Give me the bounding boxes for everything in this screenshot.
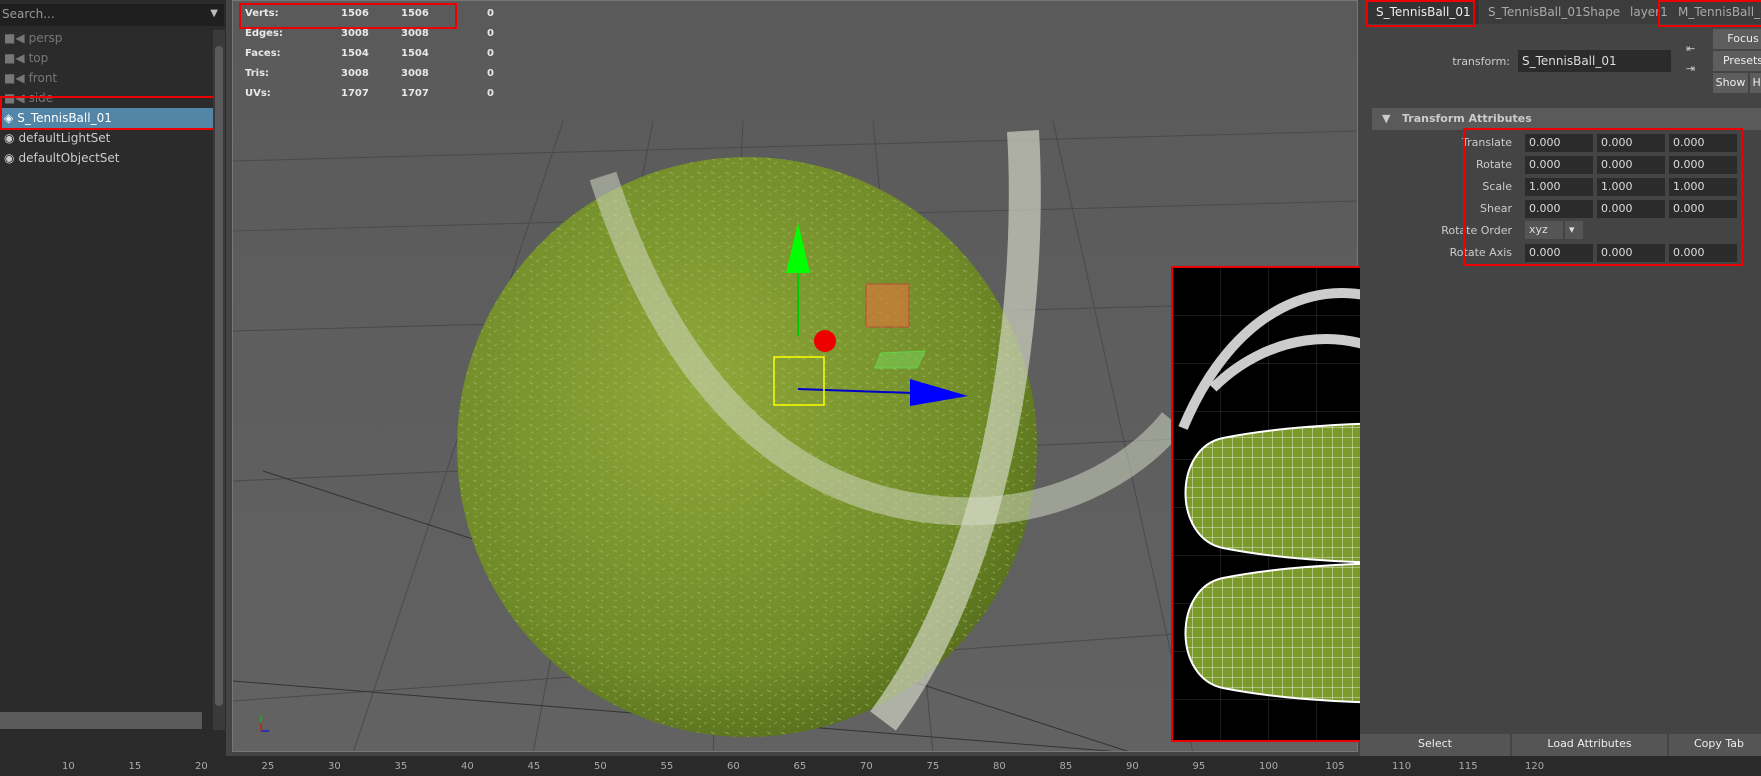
poly-count-a: 3008 [341, 28, 369, 39]
poly-count-c: 0 [487, 8, 494, 19]
presets-button[interactable]: Presets [1713, 51, 1761, 71]
timeline-tick: 40 [461, 761, 474, 772]
poly-count-b: 1707 [401, 88, 429, 99]
timeline-tick: 115 [1458, 761, 1478, 772]
poly-count-label: Edges: [245, 28, 283, 39]
outliner-item-label: persp [28, 31, 63, 45]
transform-attributes-section[interactable]: ▼ Transform Attributes [1372, 108, 1761, 130]
timeline-tick: 110 [1392, 761, 1412, 772]
outliner-item-label: top [28, 51, 49, 65]
load-attributes-button[interactable]: Load Attributes [1512, 734, 1667, 756]
timeline-tick: 105 [1325, 761, 1345, 772]
timeline-tick: 120 [1525, 761, 1545, 772]
poly-count-c: 0 [487, 68, 494, 79]
highlight-box [1658, 0, 1761, 27]
outliner-item-label: defaultObjectSet [18, 151, 120, 165]
output-connection-icon[interactable]: ⇥ [1686, 62, 1695, 75]
search-placeholder: Search... [2, 7, 55, 21]
focus-button[interactable]: Focus [1713, 29, 1761, 49]
outliner-item-label: defaultLightSet [18, 131, 111, 145]
poly-count-label: UVs: [245, 88, 271, 99]
section-title: Transform Attributes [1401, 112, 1532, 125]
outliner-panel: Search... ▼ ■◀ persp ■◀ top ■◀ front ■◀ side ◈ S_T… [0, 0, 226, 756]
transform-label: transform: [1452, 55, 1510, 68]
timeline-tick: 75 [926, 761, 940, 772]
timeline-tick: 15 [128, 761, 142, 772]
outliner-hscrollbar[interactable] [0, 712, 202, 729]
hide-button[interactable]: Hide [1750, 73, 1761, 93]
poly-count-label: Faces: [245, 48, 281, 59]
highlight-box [239, 3, 457, 29]
timeline-tick: 95 [1192, 761, 1206, 772]
highlight-box [0, 96, 216, 130]
highlight-box [1365, 0, 1475, 27]
poly-count-c: 0 [487, 48, 494, 59]
timeline-tick: 90 [1126, 761, 1139, 772]
attribute-editor: S_TennisBall_01 S_TennisBall_01Shape layer… [1360, 0, 1761, 756]
outliner-search-input[interactable]: Search... ▼ [0, 4, 224, 26]
set-icon: ◉ [4, 131, 15, 145]
transform-name-field[interactable]: S_TennisBall_01 [1518, 50, 1671, 72]
timeline-tick: 25 [261, 761, 275, 772]
camera-icon: ■◀ [4, 71, 25, 85]
z-handle-icon[interactable] [814, 330, 836, 352]
outliner-item[interactable]: ◉ defaultLightSet [0, 128, 213, 148]
camera-icon: ■◀ [4, 31, 25, 45]
collapse-triangle-icon: ▼ [1382, 112, 1395, 125]
timeline-tick: 100 [1259, 761, 1279, 772]
chevron-down-icon[interactable]: ▼ [210, 8, 218, 19]
outliner-item[interactable]: ■◀ persp [0, 28, 213, 48]
timeline-tick: 35 [394, 761, 408, 772]
timeline-tick: 30 [328, 761, 341, 772]
timeline-tick: 65 [793, 761, 807, 772]
show-button[interactable]: Show [1713, 73, 1748, 93]
camera-icon: ■◀ [4, 51, 25, 65]
outliner-item-label: front [28, 71, 58, 85]
timeline-tick: 70 [860, 761, 873, 772]
poly-count-b: 1504 [401, 48, 429, 59]
timeline-tick: 55 [660, 761, 674, 772]
set-icon: ◉ [4, 151, 15, 165]
timeline[interactable]: 10 15 20 25 30 35 40 45 50 55 60 65 70 75 80 85 90 95 100 1… [0, 756, 1761, 776]
timeline-tick: 85 [1059, 761, 1073, 772]
attr-tab[interactable]: S_TennisBall_01Shape [1480, 0, 1629, 24]
timeline-tick: 20 [195, 761, 208, 772]
poly-count-b: 3008 [401, 28, 429, 39]
timeline-tick: 45 [527, 761, 541, 772]
poly-count-b: 3008 [401, 68, 429, 79]
outliner-item[interactable]: ◉ defaultObjectSet [0, 148, 213, 168]
poly-count-a: 1707 [341, 88, 369, 99]
outliner-item[interactable]: ■◀ top [0, 48, 213, 68]
outliner-item[interactable]: ■◀ front [0, 68, 213, 88]
timeline-tick: 60 [727, 761, 740, 772]
timeline-tick: 80 [993, 761, 1006, 772]
poly-count-c: 0 [487, 28, 494, 39]
poly-count-a: 1504 [341, 48, 369, 59]
input-connection-icon[interactable]: ⇤ [1686, 42, 1695, 55]
outliner-scrollbar[interactable] [213, 30, 225, 730]
axis-indicator-icon [260, 715, 269, 732]
plane-handle[interactable] [865, 283, 910, 328]
copy-tab-button[interactable]: Copy Tab [1669, 734, 1761, 756]
poly-count-a: 3008 [341, 68, 369, 79]
poly-count-c: 0 [487, 88, 494, 99]
timeline-tick: 50 [594, 761, 607, 772]
poly-count-label: Tris: [245, 68, 270, 79]
highlight-box [1463, 128, 1743, 266]
timeline-tick: 10 [62, 761, 75, 772]
select-button[interactable]: Select [1360, 734, 1510, 756]
